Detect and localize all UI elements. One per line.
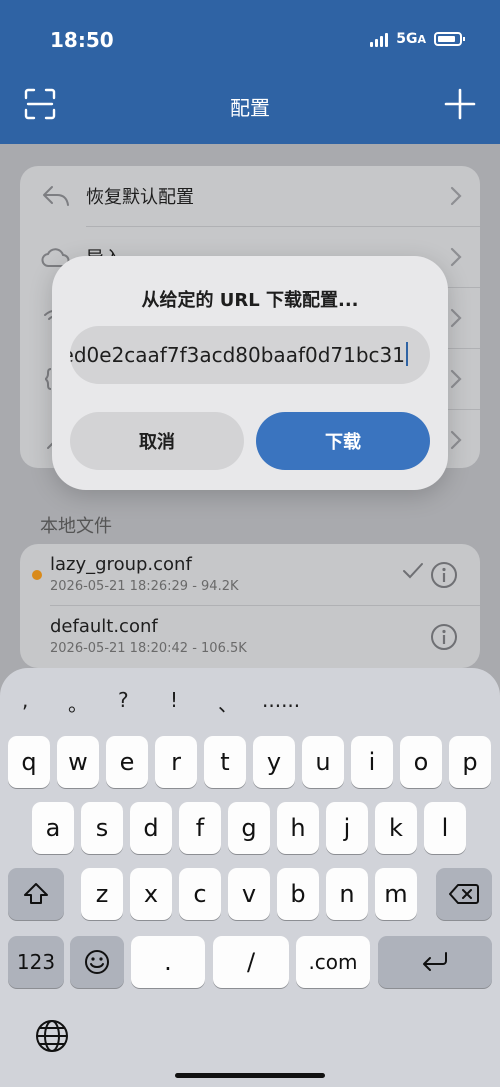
key-n[interactable]: n	[326, 868, 368, 920]
add-icon[interactable]	[444, 88, 476, 120]
emoji-icon	[85, 950, 109, 974]
chevron-right-icon	[450, 308, 462, 328]
file-item[interactable]: lazy_group.conf 2026-05-21 18:26:29 - 94…	[20, 544, 480, 606]
key-d[interactable]: d	[130, 802, 172, 854]
punct-key[interactable]: ?	[118, 688, 129, 712]
signal-icon	[370, 31, 389, 47]
status-time: 18:50	[50, 28, 114, 52]
page-title: 配置	[230, 96, 270, 120]
punct-key[interactable]: 。	[68, 688, 88, 717]
shift-key[interactable]	[8, 868, 64, 920]
key-u[interactable]: u	[302, 736, 344, 788]
active-indicator	[32, 570, 42, 580]
info-icon[interactable]	[430, 561, 458, 589]
url-input[interactable]: ed0e2caaf7f3acd80baaf0d71bc31	[70, 326, 430, 384]
chevron-right-icon	[450, 430, 462, 450]
status-indicators: 5GA	[370, 31, 465, 47]
key-j[interactable]: j	[326, 802, 368, 854]
dot-key[interactable]: .	[131, 936, 205, 988]
slash-key[interactable]: /	[213, 936, 289, 988]
file-name: lazy_group.conf	[50, 554, 192, 575]
shift-icon	[24, 883, 48, 904]
url-input-value: ed0e2caaf7f3acd80baaf0d71bc31	[70, 343, 405, 367]
file-meta: 2026-05-21 18:20:42 - 106.5K	[50, 641, 247, 656]
backspace-icon	[449, 884, 479, 904]
nav-bar: 配置	[0, 80, 500, 144]
key-x[interactable]: x	[130, 868, 172, 920]
numbers-key[interactable]: 123	[8, 936, 64, 988]
globe-icon[interactable]	[34, 1018, 70, 1054]
key-z[interactable]: z	[81, 868, 123, 920]
key-q[interactable]: q	[8, 736, 50, 788]
chevron-right-icon	[450, 186, 462, 206]
key-k[interactable]: k	[375, 802, 417, 854]
key-s[interactable]: s	[81, 802, 123, 854]
menu-item-restore-default[interactable]: 恢复默认配置	[20, 166, 480, 226]
key-r[interactable]: r	[155, 736, 197, 788]
file-meta: 2026-05-21 18:26:29 - 94.2K	[50, 579, 239, 594]
key-w[interactable]: w	[57, 736, 99, 788]
network-label: 5GA	[396, 31, 426, 47]
dialog-title: 从给定的 URL 下载配置...	[141, 290, 359, 311]
key-v[interactable]: v	[228, 868, 270, 920]
dotcom-key[interactable]: .com	[296, 936, 370, 988]
punct-key[interactable]: ,	[22, 688, 28, 712]
key-e[interactable]: e	[106, 736, 148, 788]
section-title-local-files: 本地文件	[40, 516, 112, 537]
return-key[interactable]	[378, 936, 492, 988]
key-t[interactable]: t	[204, 736, 246, 788]
backspace-key[interactable]	[436, 868, 492, 920]
info-icon[interactable]	[430, 623, 458, 651]
home-indicator	[175, 1073, 325, 1078]
key-h[interactable]: h	[277, 802, 319, 854]
menu-item-label: 恢复默认配置	[86, 187, 194, 208]
key-o[interactable]: o	[400, 736, 442, 788]
punctuation-suggestions: , 。 ? ! 、 ......	[0, 688, 500, 718]
emoji-key[interactable]	[70, 936, 124, 988]
key-c[interactable]: c	[179, 868, 221, 920]
return-icon	[423, 952, 447, 971]
punct-key[interactable]: ......	[262, 688, 300, 712]
file-item[interactable]: default.conf 2026-05-21 18:20:42 - 106.5…	[20, 606, 480, 668]
key-l[interactable]: l	[424, 802, 466, 854]
key-i[interactable]: i	[351, 736, 393, 788]
keyboard: , 。 ? ! 、 ...... q w e r t y u i o p a s…	[0, 668, 500, 1087]
checkmark-icon	[403, 563, 423, 579]
key-m[interactable]: m	[375, 868, 417, 920]
status-bar: 18:50 5GA	[0, 0, 500, 80]
key-a[interactable]: a	[32, 802, 74, 854]
key-g[interactable]: g	[228, 802, 270, 854]
download-url-dialog: 从给定的 URL 下载配置... ed0e2caaf7f3acd80baaf0d…	[52, 256, 448, 490]
chevron-right-icon	[450, 369, 462, 389]
download-button[interactable]: 下载	[256, 412, 430, 470]
text-cursor	[406, 342, 408, 366]
key-b[interactable]: b	[277, 868, 319, 920]
punct-key[interactable]: 、	[218, 688, 238, 717]
key-y[interactable]: y	[253, 736, 295, 788]
undo-icon	[43, 186, 69, 206]
punct-key[interactable]: !	[170, 688, 178, 712]
battery-icon	[434, 32, 465, 46]
key-p[interactable]: p	[449, 736, 491, 788]
cancel-button[interactable]: 取消	[70, 412, 244, 470]
chevron-right-icon	[450, 247, 462, 267]
local-files-card: lazy_group.conf 2026-05-21 18:26:29 - 94…	[20, 544, 480, 668]
key-f[interactable]: f	[179, 802, 221, 854]
file-name: default.conf	[50, 616, 158, 637]
